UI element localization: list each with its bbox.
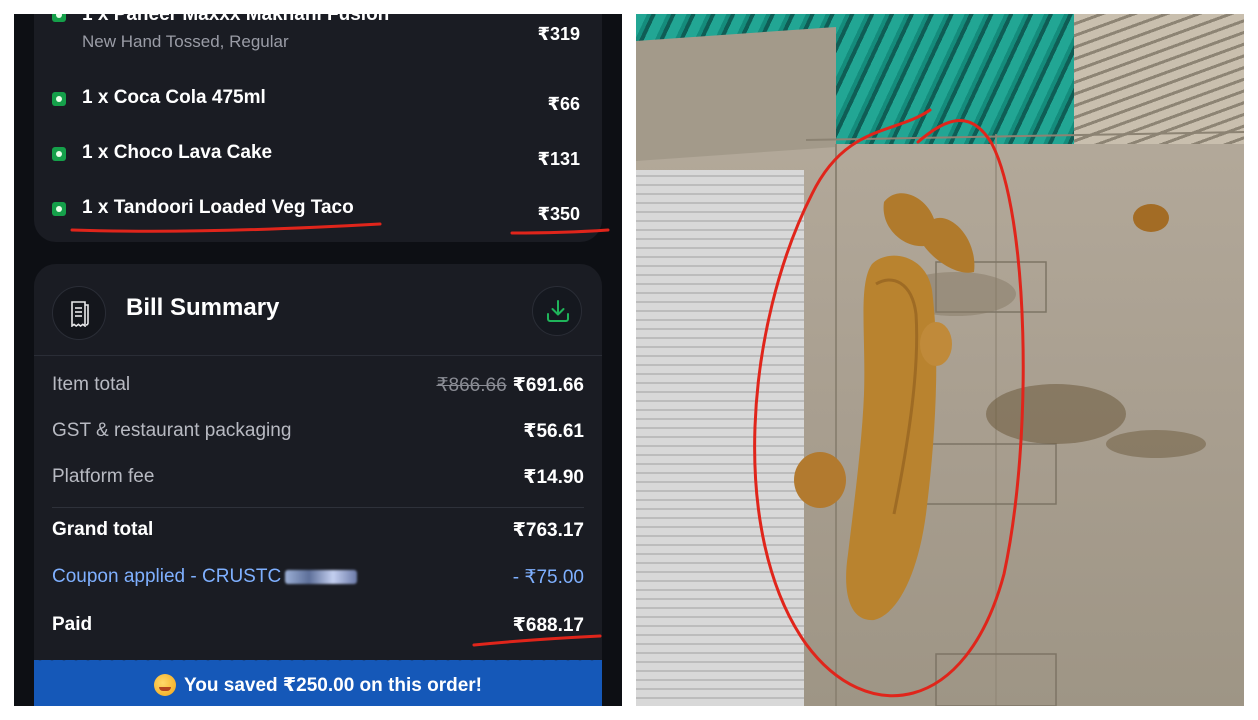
grand-total-row: Grand total ₹763.17 [52,517,584,547]
platform-fee-value: ₹14.90 [523,467,584,488]
bill-summary-card: Bill Summary Item total ₹866.66 ₹691.66 G… [34,264,602,706]
receipt-icon [52,286,106,340]
platform-fee-label: Platform fee [52,466,155,487]
bill-summary-title: Bill Summary [126,294,280,321]
order-screenshot: 1 x Paneer Maxxx Makhani Fusion New Hand… [14,14,622,706]
item-total-row: Item total ₹866.66 ₹691.66 [52,372,584,402]
taco-photo-illustration [753,108,1244,706]
order-item: 1 x Coca Cola 475ml ₹66 [34,86,602,126]
coupon-code: Coupon applied - CRUSTC [52,566,282,587]
veg-indicator-icon [52,202,66,216]
coupon-label: Coupon applied - CRUSTC [52,566,358,588]
item-name: 1 x Paneer Maxxx Makhani Fusion [82,14,390,25]
redacted-code [285,569,358,584]
veg-indicator-icon [52,147,66,161]
item-name: 1 x Coca Cola 475ml [82,87,266,108]
paid-row: Paid ₹688.17 [52,612,584,642]
coupon-value: - ₹75.00 [512,567,584,588]
party-face-icon [154,674,177,696]
gst-value: ₹56.61 [523,421,584,442]
food-photo [636,14,1244,706]
savings-message: You saved ₹250.00 on this order! [34,674,602,697]
item-price: ₹319 [537,24,580,44]
item-total-discounted: ₹691.66 [512,375,584,396]
veg-indicator-icon [52,92,66,106]
item-name: 1 x Tandoori Loaded Veg Taco [82,197,354,218]
grand-total-value: ₹763.17 [512,520,584,541]
item-total-original: ₹866.66 [436,375,507,396]
gst-label: GST & restaurant packaging [52,420,292,441]
item-total-label: Item total [52,374,131,395]
order-item: 1 x Choco Lava Cake ₹131 [34,141,602,181]
gst-row: GST & restaurant packaging ₹56.61 [52,418,584,448]
download-icon[interactable] [532,286,582,336]
order-item: 1 x Tandoori Loaded Veg Taco ₹350 [34,196,602,236]
bill-divider [52,507,584,508]
coupon-row: Coupon applied - CRUSTC - ₹75.00 [52,564,584,594]
item-name: 1 x Choco Lava Cake [82,142,273,163]
paid-label: Paid [52,614,93,635]
item-variant: New Hand Tossed, Regular [82,32,289,51]
order-items-card: 1 x Paneer Maxxx Makhani Fusion New Hand… [34,14,602,242]
item-price: ₹131 [537,149,580,169]
item-price: ₹66 [547,94,580,114]
savings-banner: You saved ₹250.00 on this order! [34,654,602,706]
savings-text: You saved ₹250.00 on this order! [184,675,482,696]
item-price: ₹350 [537,204,580,224]
veg-indicator-icon [52,14,66,22]
order-item: 1 x Paneer Maxxx Makhani Fusion New Hand… [34,14,602,51]
grand-total-label: Grand total [52,519,154,540]
platform-fee-row: Platform fee ₹14.90 [52,464,584,494]
bill-summary-header: Bill Summary [34,264,602,356]
item-total-value: ₹866.66 ₹691.66 [436,374,584,397]
paid-value: ₹688.17 [512,615,584,636]
